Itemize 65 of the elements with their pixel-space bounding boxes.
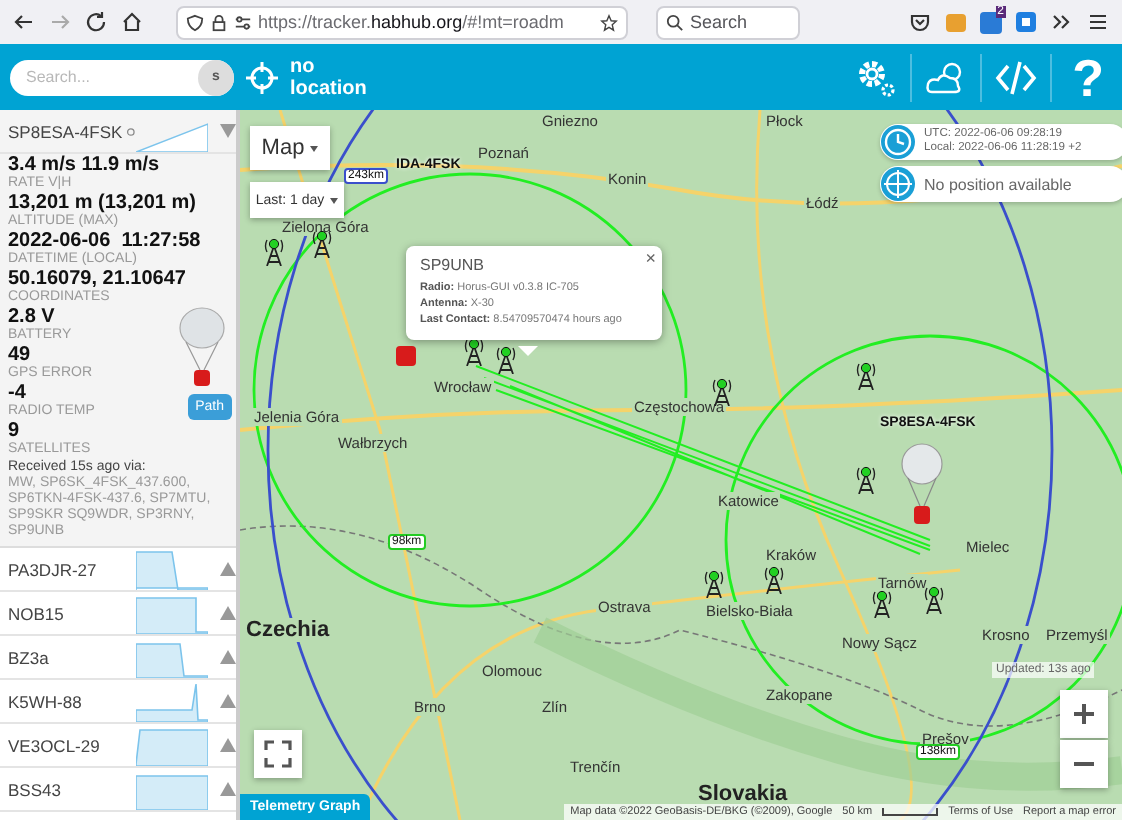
fullscreen-button[interactable] — [254, 730, 302, 778]
sparkline-drawing — [136, 593, 208, 633]
field-value: 2.8 V — [8, 308, 55, 328]
back-icon[interactable] — [12, 10, 36, 34]
chevrons-icon[interactable] — [1050, 10, 1074, 34]
scale-bar — [882, 808, 939, 816]
popup-pointer — [518, 346, 538, 356]
balloon-icon[interactable] — [900, 442, 944, 530]
vehicle-name: BZ3a — [8, 647, 51, 667]
permissions-icon[interactable] — [234, 13, 252, 31]
minus-icon — [1074, 762, 1094, 766]
antenna-icon[interactable] — [764, 562, 784, 594]
extension-icon[interactable] — [1014, 10, 1038, 34]
position-text: No position available — [924, 175, 1072, 193]
settings-icon[interactable] — [854, 55, 899, 99]
sparkline-drawing — [136, 725, 208, 765]
antenna-icon[interactable] — [704, 566, 724, 598]
fullscreen-icon — [264, 740, 292, 768]
antenna-icon[interactable] — [924, 582, 944, 614]
reload-icon[interactable] — [84, 10, 108, 34]
antenna-icon[interactable] — [872, 586, 892, 618]
star-icon[interactable] — [600, 13, 618, 31]
field-value: 13,201 m (13,201 m) — [8, 194, 196, 214]
location-text: no location — [290, 55, 369, 99]
sparkline-drawing — [136, 681, 208, 721]
lock-icon — [210, 13, 228, 31]
vehicle-name: PA3DJR-27 — [8, 559, 99, 579]
vehicle-name: BSS43 — [8, 779, 63, 799]
zoom-out-button[interactable] — [1060, 740, 1108, 788]
popup-title: SP9UNB — [420, 256, 487, 274]
search-icon — [666, 13, 684, 31]
vehicle-row[interactable]: SP8ESA-4FSK — [0, 110, 236, 154]
vehicle-name: SP8ESA-4FSK — [8, 121, 136, 141]
field-value: 3.4 m/s 11.9 m/s — [8, 156, 160, 176]
country-label: Czechia — [244, 618, 332, 642]
antenna-icon[interactable] — [464, 334, 484, 366]
antenna-icon[interactable] — [496, 342, 516, 374]
sparkline-drawing — [136, 769, 208, 809]
field-value: 2022-06-06 11:27:58 — [8, 232, 201, 252]
country-label: Slovakia — [696, 782, 790, 806]
antenna-icon[interactable] — [264, 234, 284, 266]
search-placeholder: Search — [690, 12, 748, 32]
balloon-icon — [176, 306, 228, 390]
antenna-icon[interactable] — [856, 358, 876, 390]
url-text: https://tracker.habhub.org/#!mt=roadm — [258, 12, 566, 32]
zoom-in-button[interactable] — [1060, 690, 1108, 738]
browser-search-field[interactable]: Search — [656, 5, 800, 39]
field-value: -4 — [8, 384, 26, 404]
pocket-icon[interactable] — [908, 10, 932, 34]
url-field[interactable]: https://tracker.habhub.org/#!mt=roadm — [176, 5, 628, 39]
map-type-dropdown[interactable]: Map — [250, 126, 330, 170]
vehicle-name: NOB15 — [8, 603, 66, 623]
payload-icon[interactable] — [392, 342, 420, 370]
home-icon[interactable] — [120, 10, 144, 34]
sparkline-drawing — [136, 637, 208, 677]
field-value: 49 — [8, 346, 31, 366]
antenna-icon[interactable] — [856, 462, 876, 494]
field-value: 50.16079, 21.10647 — [8, 270, 186, 290]
field-value: 9 — [8, 422, 20, 442]
sparkline-drawing — [136, 549, 208, 589]
vehicle-name: VE3OCL-29 — [8, 735, 102, 755]
vehicle-name: K5WH-88 — [8, 691, 84, 711]
menu-icon[interactable] — [1086, 10, 1110, 34]
shield-icon — [186, 13, 204, 31]
close-button[interactable]: × — [645, 248, 656, 268]
